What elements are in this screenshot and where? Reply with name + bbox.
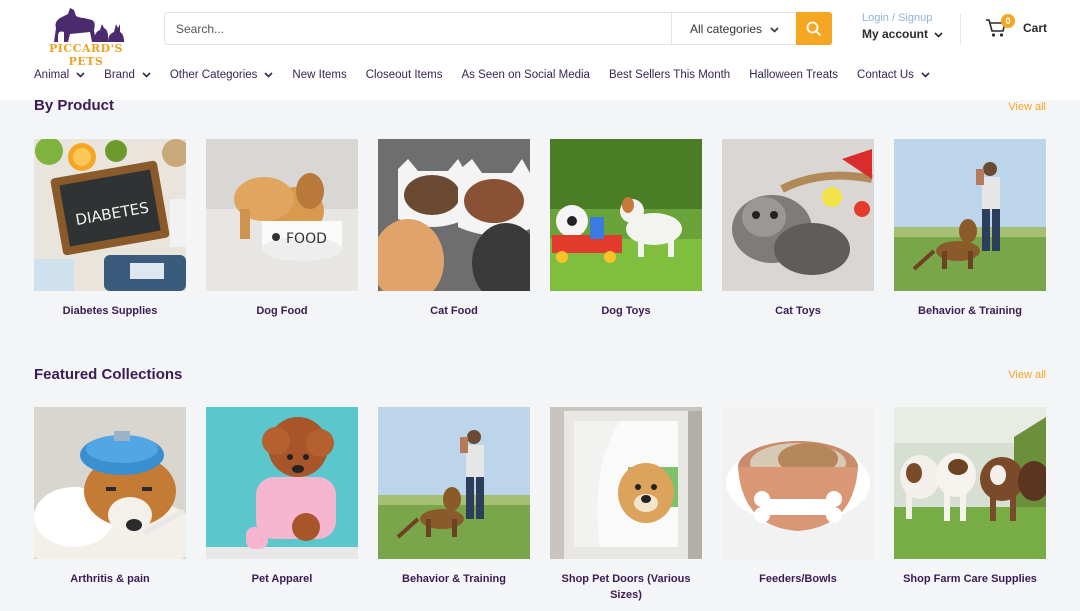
collection-image[interactable] [894, 139, 1046, 291]
collection-card[interactable]: Behavior & Training [378, 407, 530, 603]
nav-item-as-seen-on-social-media[interactable]: As Seen on Social Media [461, 69, 590, 81]
collection-title[interactable]: Shop Pet Doors (Various Sizes) [550, 571, 702, 603]
search-button[interactable] [796, 12, 832, 45]
chevron-down-icon [264, 69, 273, 81]
featured-collections-grid: Arthritis & pain Pet Apparel Behavior & Tr… [34, 407, 1046, 603]
collection-image[interactable] [206, 407, 358, 559]
chevron-down-icon [142, 69, 151, 81]
main-nav: Animal Brand Other Categories New Items Clos… [34, 69, 949, 81]
nav-item-label: New Items [292, 69, 347, 81]
collection-image[interactable] [378, 139, 530, 291]
collection-card[interactable]: Cat Food [378, 139, 530, 319]
collection-title[interactable]: Dog Food [206, 303, 358, 319]
collection-card[interactable]: Feeders/Bowls [722, 407, 874, 603]
cart-label: Cart [1023, 21, 1048, 35]
collection-title[interactable]: Feeders/Bowls [722, 571, 874, 587]
nav-item-label: Brand [104, 69, 135, 81]
svg-text:FOOD: FOOD [286, 231, 327, 247]
nav-item-label: Halloween Treats [749, 69, 839, 81]
collection-image[interactable] [550, 407, 702, 559]
collection-card[interactable]: Dog Toys [550, 139, 702, 319]
login-signup-link[interactable]: Login / Signup [862, 12, 943, 24]
chevron-down-icon [770, 22, 779, 36]
collection-title[interactable]: Arthritis & pain [34, 571, 186, 587]
site-logo[interactable]: PICCARD'S PETS [34, 4, 138, 68]
search-bar: All categories [164, 12, 832, 45]
collection-card[interactable]: Behavior & Training [894, 139, 1046, 319]
nav-item-other-categories[interactable]: Other Categories [170, 69, 274, 81]
logo-text: PICCARD'S PETS [49, 42, 123, 68]
collection-card[interactable]: DIABETES Diabetes Supplies [34, 139, 186, 319]
my-account-dropdown[interactable]: My account [862, 27, 943, 41]
chevron-down-icon [934, 27, 943, 41]
nav-item-label: Closeout Items [365, 69, 443, 81]
collection-image[interactable] [550, 139, 702, 291]
my-account-label: My account [862, 27, 929, 41]
nav-item-label: As Seen on Social Media [461, 69, 590, 81]
collection-card[interactable]: Arthritis & pain [34, 407, 186, 603]
nav-item-closeout-items[interactable]: Closeout Items [366, 69, 443, 81]
nav-item-label: Other Categories [169, 69, 258, 81]
header-divider [960, 14, 961, 44]
search-icon [806, 21, 822, 36]
nav-item-new-items[interactable]: New Items [292, 69, 346, 81]
nav-item-label: Best Sellers This Month [608, 69, 731, 81]
search-input[interactable] [165, 13, 671, 44]
account-menu[interactable]: Login / Signup My account [862, 12, 943, 41]
nav-item-contact-us[interactable]: Contact Us [857, 69, 930, 81]
nav-item-animal[interactable]: Animal [34, 69, 85, 81]
collection-card[interactable]: Cat Toys [722, 139, 874, 319]
nav-item-label: Animal [34, 69, 70, 81]
logo-animals-icon [54, 8, 124, 42]
collection-image[interactable] [722, 139, 874, 291]
collection-image[interactable]: FOOD [206, 139, 358, 291]
collection-card[interactable]: Shop Pet Doors (Various Sizes) [550, 407, 702, 603]
collection-title[interactable]: Behavior & Training [894, 303, 1046, 319]
collection-image[interactable] [894, 407, 1046, 559]
featured-collections-title: Featured Collections [34, 366, 183, 383]
collection-card[interactable]: FOOD Dog Food [206, 139, 358, 319]
collection-title[interactable]: Cat Toys [722, 303, 874, 319]
cart-button[interactable]: 0 Cart [985, 14, 1075, 42]
collection-image[interactable]: DIABETES [34, 139, 186, 291]
featured-view-all[interactable]: View all [1008, 369, 1046, 381]
by-product-grid: DIABETES Diabetes Supplies FOOD Dog Food Cat… [34, 139, 1046, 319]
cart-count-badge: 0 [1001, 14, 1015, 28]
category-select-label: All categories [690, 21, 763, 36]
collection-card[interactable]: Shop Farm Care Supplies [894, 407, 1046, 603]
nav-item-halloween-treats[interactable]: Halloween Treats [749, 69, 838, 81]
collection-title[interactable]: Behavior & Training [378, 571, 530, 587]
collection-title[interactable]: Cat Food [378, 303, 530, 319]
nav-item-label: Contact Us [857, 69, 914, 81]
collection-card[interactable]: Pet Apparel [206, 407, 358, 603]
collection-image[interactable] [722, 407, 874, 559]
collection-image[interactable] [34, 407, 186, 559]
by-product-title: By Product [34, 97, 115, 114]
site-header: PICCARD'S PETS All categories Login / Si… [0, 0, 1080, 100]
collection-image[interactable] [378, 407, 530, 559]
category-select[interactable]: All categories [671, 13, 797, 44]
chevron-down-icon [76, 69, 85, 81]
nav-item-brand[interactable]: Brand [104, 69, 151, 81]
by-product-view-all[interactable]: View all [1008, 101, 1046, 113]
collection-title[interactable]: Shop Farm Care Supplies [894, 571, 1046, 587]
collection-title[interactable]: Dog Toys [550, 303, 702, 319]
collection-title[interactable]: Pet Apparel [206, 571, 358, 587]
nav-item-best-sellers-this-month[interactable]: Best Sellers This Month [609, 69, 730, 81]
collection-title[interactable]: Diabetes Supplies [34, 303, 186, 319]
chevron-down-icon [921, 69, 930, 81]
